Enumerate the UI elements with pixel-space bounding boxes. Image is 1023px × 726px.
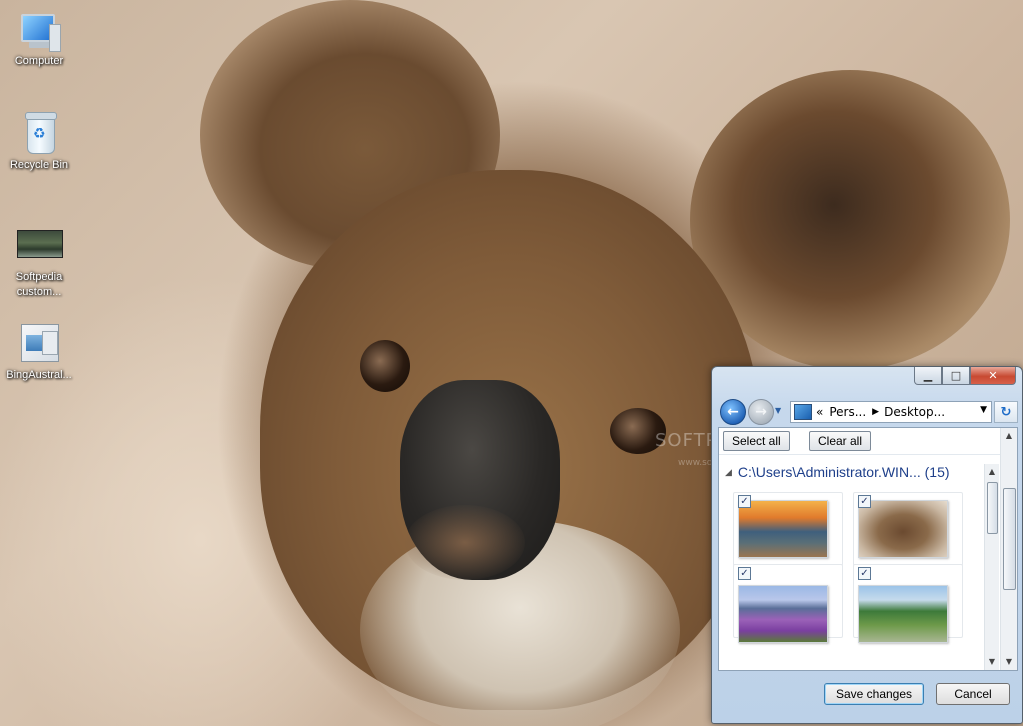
address-prefix[interactable]: « xyxy=(816,405,823,419)
collapse-triangle-icon[interactable]: ◢ xyxy=(725,467,732,477)
minimize-button[interactable]: ▁ xyxy=(914,367,942,385)
caption-buttons: ▁ □ ✕ xyxy=(914,367,1016,385)
back-button[interactable]: ← xyxy=(720,399,746,425)
thumbnail-image[interactable] xyxy=(738,500,828,558)
thumbnail-checkbox[interactable]: ✓ xyxy=(738,567,751,580)
thumbnail-image[interactable] xyxy=(858,500,948,558)
image-file-icon xyxy=(15,222,63,270)
desktop-icon-computer[interactable]: Computer xyxy=(1,6,77,69)
desktop-icon-label-line2: custom... xyxy=(16,286,62,298)
picture-list-pane: Select all Clear all ◢ C:\Users\Administr… xyxy=(718,427,1018,671)
control-panel-icon xyxy=(794,404,812,420)
folder-item-count: (15) xyxy=(924,464,950,480)
folder-group-header[interactable]: ◢ C:\Users\Administrator.WIN... (15) xyxy=(725,464,950,480)
desktop-icon-label: Computer xyxy=(14,55,64,67)
desktop-icon-label-line1: Softpedia xyxy=(15,271,63,283)
desktop-icon-recycle-bin[interactable]: ♻ Recycle Bin xyxy=(1,110,77,173)
breadcrumb-personalization[interactable]: Pers... xyxy=(829,405,866,419)
thumbnail-tile[interactable]: ✓ xyxy=(733,492,843,566)
scroll-up-arrow-icon[interactable]: ▲ xyxy=(1001,428,1017,444)
thumbnail-checkbox[interactable]: ✓ xyxy=(738,495,751,508)
clear-all-button[interactable]: Clear all xyxy=(809,431,872,451)
scroll-down-arrow-icon[interactable]: ▼ xyxy=(1001,654,1017,670)
address-dropdown-icon[interactable]: ▼ xyxy=(980,405,987,415)
scroll-thumb[interactable] xyxy=(987,482,998,534)
thumbnail-checkbox[interactable]: ✓ xyxy=(858,567,871,580)
cancel-button[interactable]: Cancel xyxy=(936,683,1010,705)
select-all-button[interactable]: Select all xyxy=(723,431,790,451)
recycle-bin-icon: ♻ xyxy=(15,110,63,158)
thumbnail-image[interactable] xyxy=(738,585,828,643)
koala-nose-highlight xyxy=(405,505,525,580)
maximize-button[interactable]: □ xyxy=(942,367,970,385)
desktop-icon-softpedia-custom[interactable]: Softpedia custom... xyxy=(1,222,77,300)
desktop-icon-bingaustralia[interactable]: BingAustral... xyxy=(1,320,77,383)
outer-scrollbar[interactable]: ▲ ▼ xyxy=(1000,428,1017,670)
breadcrumb-chevron-icon[interactable]: ▶ xyxy=(872,407,879,417)
wallpaper-picker-window: ▁ □ ✕ ← → ▼ « Pers... ▶ Desktop... ▼ ↻ S… xyxy=(711,366,1023,724)
address-bar[interactable]: « Pers... ▶ Desktop... ▼ xyxy=(790,401,992,423)
scroll-down-arrow-icon[interactable]: ▼ xyxy=(985,654,999,670)
selection-toolbar: Select all Clear all xyxy=(719,428,1017,455)
close-button[interactable]: ✕ xyxy=(970,367,1016,385)
thumbnail-checkbox[interactable]: ✓ xyxy=(858,495,871,508)
recent-pages-dropdown-icon[interactable]: ▼ xyxy=(775,406,781,415)
refresh-button[interactable]: ↻ xyxy=(994,401,1018,423)
thumbnail-grid: ✓ ✓ ✓ ✓ xyxy=(733,492,981,668)
save-changes-button[interactable]: Save changes xyxy=(824,683,924,705)
koala-left-eye xyxy=(360,340,410,392)
thumbnail-tile[interactable]: ✓ xyxy=(733,564,843,643)
navigation-bar: ← → ▼ « Pers... ▶ Desktop... ▼ ↻ xyxy=(718,397,1018,425)
breadcrumb-desktop[interactable]: Desktop... xyxy=(884,405,945,419)
forward-button[interactable]: → xyxy=(748,399,774,425)
scroll-up-arrow-icon[interactable]: ▲ xyxy=(985,464,999,480)
inner-scrollbar[interactable]: ▲ ▼ xyxy=(984,464,999,670)
theme-file-icon xyxy=(15,320,63,368)
desktop-icon-label: Recycle Bin xyxy=(9,159,69,171)
folder-path: C:\Users\Administrator.WIN... xyxy=(737,464,921,480)
computer-icon xyxy=(15,6,63,54)
thumbnail-tile[interactable]: ✓ xyxy=(853,492,963,566)
desktop-icon-label: BingAustral... xyxy=(6,369,72,381)
thumbnail-tile[interactable]: ✓ xyxy=(853,564,963,643)
scroll-thumb[interactable] xyxy=(1003,488,1016,590)
thumbnail-image[interactable] xyxy=(858,585,948,643)
